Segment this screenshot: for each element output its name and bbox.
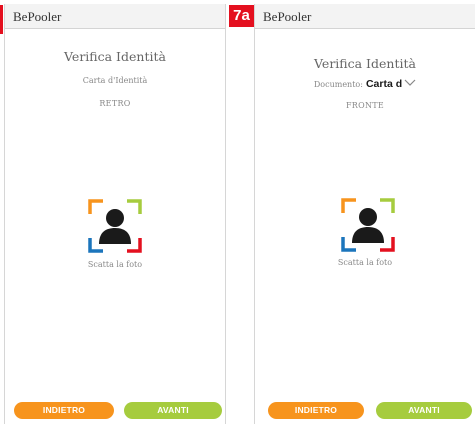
next-button[interactable]: AVANTI	[376, 402, 472, 419]
app-name: BePooler	[263, 9, 312, 24]
document-select-value: Carta d	[365, 78, 403, 90]
page-title: Verifica Identità	[314, 56, 416, 71]
user-silhouette-icon	[88, 199, 142, 253]
take-photo-button[interactable]	[87, 198, 143, 254]
take-photo-button[interactable]	[340, 197, 396, 253]
left-edge-marker	[0, 5, 3, 34]
document-select-label: Documento:	[313, 80, 363, 89]
screen-fronte: BePooler Verifica Identità Documento: Car…	[254, 4, 475, 424]
step-badge: 7a	[229, 5, 254, 27]
document-type-label: Carta d'Identità	[82, 76, 148, 85]
take-photo-label: Scatta la foto	[87, 260, 143, 269]
chevron-down-icon	[404, 79, 416, 86]
take-photo-label: Scatta la foto	[337, 258, 393, 267]
next-button[interactable]: AVANTI	[124, 402, 222, 419]
screen-retro: BePooler Verifica Identità Carta d'Ident…	[4, 4, 226, 424]
app-header: BePooler	[255, 4, 475, 29]
page-title: Verifica Identità	[64, 49, 166, 64]
document-side-label: FRONTE	[345, 101, 385, 110]
back-button[interactable]: INDIETRO	[268, 402, 364, 419]
document-select[interactable]: Documento: Carta d	[255, 78, 475, 90]
app-name: BePooler	[13, 9, 62, 24]
user-silhouette-icon	[341, 198, 395, 252]
app-header: BePooler	[5, 4, 225, 29]
back-button[interactable]: INDIETRO	[14, 402, 114, 419]
document-side-label: RETRO	[99, 99, 131, 108]
